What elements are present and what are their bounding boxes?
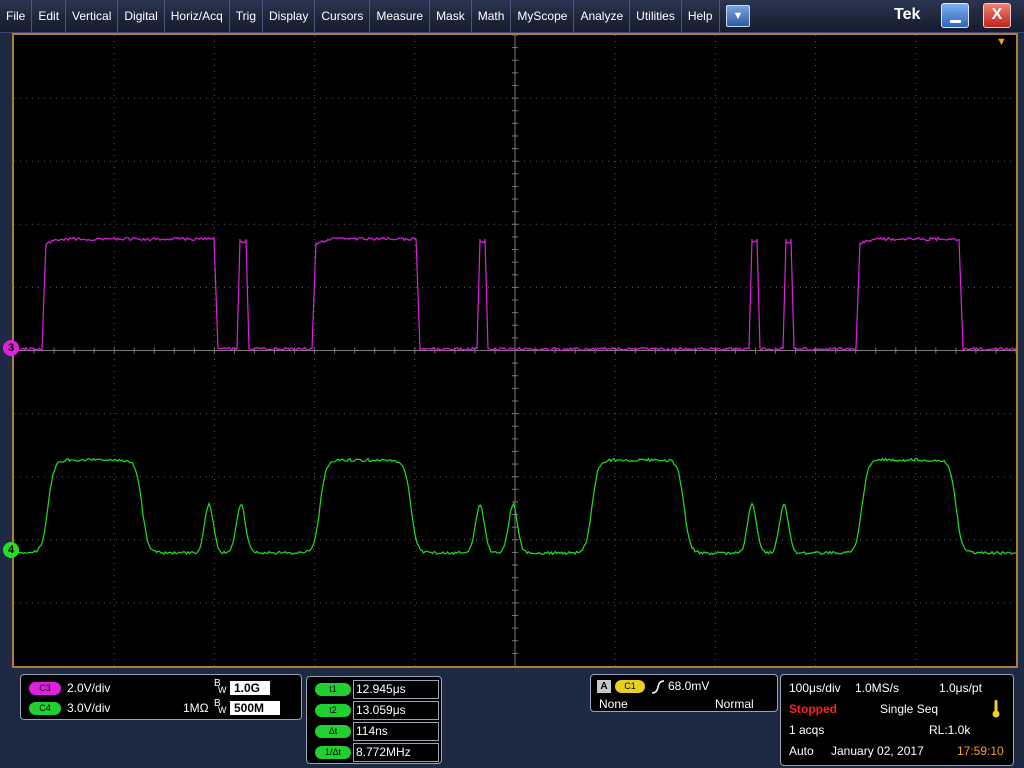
minimize-button[interactable]: [941, 3, 969, 28]
cursor-t2-value: 13.059μs: [353, 701, 439, 720]
ch4-impedance: 1MΩ: [183, 701, 209, 715]
rising-edge-icon: [651, 680, 665, 694]
cursor-t2-label[interactable]: t2: [315, 704, 351, 717]
cursor-delta-value: 114ns: [353, 722, 439, 741]
graticule: [14, 35, 1016, 666]
menu-dropdown-button[interactable]: ▼: [726, 5, 750, 27]
ch4-bandwidth: 500M: [230, 701, 280, 715]
acq-date: January 02, 2017: [831, 744, 924, 758]
menu-analyze[interactable]: Analyze: [574, 0, 630, 32]
record-length: RL:1.0k: [929, 723, 970, 737]
cursor-readout-panel[interactable]: t1 12.945μs t2 13.059μs Δt 114ns 1/Δt 8.…: [306, 676, 442, 764]
trigger-panel[interactable]: A C1 68.0mV None Normal: [590, 674, 778, 712]
menu-vertical[interactable]: Vertical: [66, 0, 118, 32]
menu-display[interactable]: Display: [263, 0, 315, 32]
menu-list: File Edit Vertical Digital Horiz/Acq Trig Disp…: [0, 0, 720, 32]
acq-state: Stopped: [789, 702, 837, 716]
menu-file[interactable]: File: [0, 0, 32, 32]
trigger-position-marker[interactable]: ▼: [996, 36, 1007, 48]
ch4-scale: 3.0V/div: [67, 701, 110, 715]
tek-logo: Tek: [894, 6, 920, 24]
cursor-t1-label[interactable]: t1: [315, 683, 351, 696]
acq-time: 17:59:10: [957, 744, 1004, 758]
close-button[interactable]: X: [983, 3, 1011, 28]
menu-digital[interactable]: Digital: [118, 0, 164, 32]
thermometer-icon: [991, 699, 1001, 719]
acq-mode: Single Seq: [880, 702, 938, 716]
cursor-t1-value: 12.945μs: [353, 680, 439, 699]
ch4-badge[interactable]: C4: [29, 702, 61, 715]
menu-trig[interactable]: Trig: [230, 0, 263, 32]
cursor-freq-value: 8.772MHz: [353, 743, 439, 762]
menu-myscope[interactable]: MyScope: [511, 0, 574, 32]
ch3-bandwidth: 1.0G: [230, 681, 270, 695]
cursor-freq-label[interactable]: 1/Δt: [315, 746, 351, 759]
menu-edit[interactable]: Edit: [32, 0, 66, 32]
timebase: 100μs/div: [789, 681, 841, 695]
menu-cursors[interactable]: Cursors: [315, 0, 370, 32]
minimize-icon: [950, 20, 961, 23]
cursor-delta-label[interactable]: Δt: [315, 725, 351, 738]
menu-bar: File Edit Vertical Digital Horiz/Acq Trig Disp…: [0, 0, 1024, 33]
trigger-source-badge[interactable]: C1: [615, 680, 645, 693]
waveform-display[interactable]: [12, 33, 1018, 668]
acquisition-panel[interactable]: 100μs/div 1.0MS/s 1.0μs/pt Stopped Singl…: [780, 674, 1014, 766]
menu-horiz-acq[interactable]: Horiz/Acq: [165, 0, 230, 32]
trigger-a-tag: A: [597, 680, 611, 693]
ch4-ground-marker[interactable]: 4: [3, 542, 19, 558]
ch3-badge[interactable]: C3: [29, 682, 61, 695]
trigger-coupling: None: [599, 697, 628, 711]
ch3-scale: 2.0V/div: [67, 681, 110, 695]
trigger-level: 68.0mV: [668, 679, 709, 693]
menu-math[interactable]: Math: [472, 0, 512, 32]
menu-mask[interactable]: Mask: [430, 0, 472, 32]
channel-panel[interactable]: C3 2.0V/div B W 1.0G C4 3.0V/div 1MΩ B W…: [20, 674, 302, 720]
ch3-ground-marker[interactable]: 3: [3, 340, 19, 356]
trigger-mode: Normal: [715, 697, 754, 711]
menu-help[interactable]: Help: [682, 0, 720, 32]
sample-rate: 1.0MS/s: [855, 681, 899, 695]
acq-count: 1 acqs: [789, 723, 824, 737]
menu-measure[interactable]: Measure: [370, 0, 430, 32]
ch4-bw-w: W: [218, 705, 227, 715]
resolution: 1.0μs/pt: [939, 681, 982, 695]
run-mode: Auto: [789, 744, 814, 758]
ch3-bw-w: W: [218, 685, 227, 695]
menu-utilities[interactable]: Utilities: [630, 0, 682, 32]
